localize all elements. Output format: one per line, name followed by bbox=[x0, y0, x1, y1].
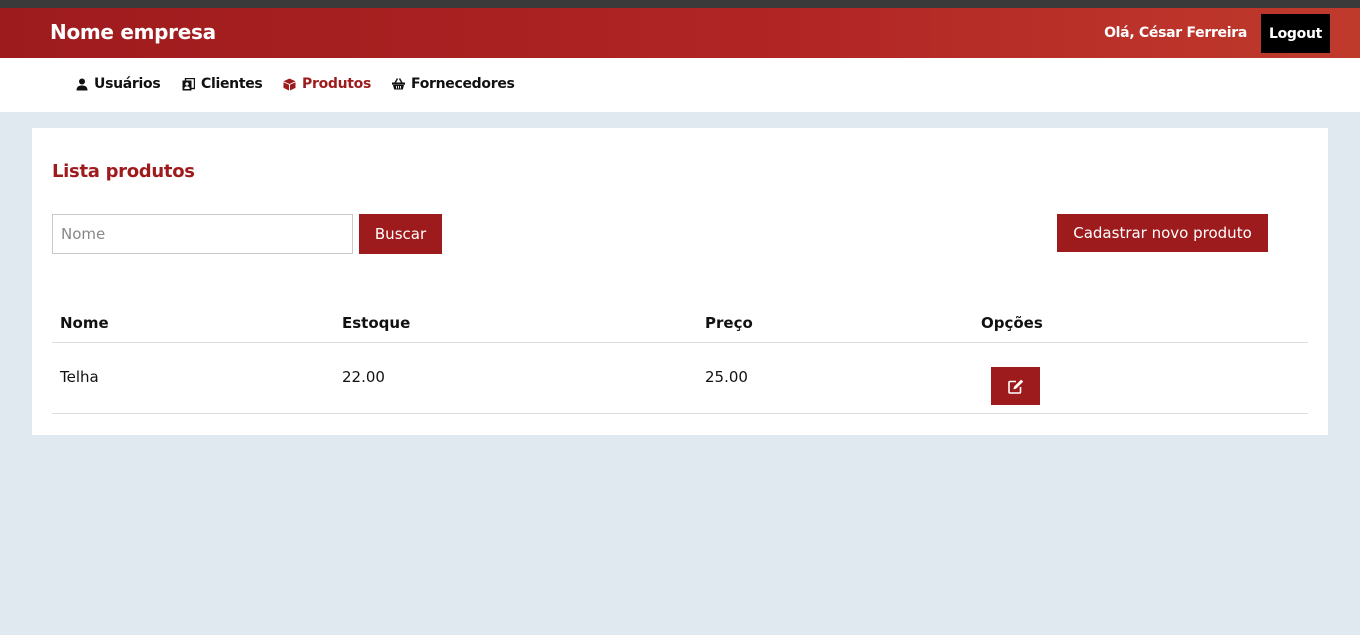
top-strip bbox=[0, 0, 1360, 8]
search-button[interactable]: Buscar bbox=[359, 214, 442, 254]
table-header: Nome Estoque Preço Opções bbox=[52, 305, 1308, 343]
nav-label-fornecedores: Fornecedores bbox=[411, 76, 515, 92]
nav-label-produtos: Produtos bbox=[302, 76, 372, 92]
column-header-estoque: Estoque bbox=[342, 314, 411, 332]
top-header: Nome empresa Olá, César Ferreira Logout bbox=[0, 8, 1360, 58]
search-input[interactable] bbox=[52, 214, 353, 254]
products-card: Lista produtos Buscar Cadastrar novo pro… bbox=[32, 128, 1328, 435]
user-greeting: Olá, César Ferreira bbox=[1104, 25, 1247, 41]
nav-label-usuarios: Usuários bbox=[94, 76, 161, 92]
user-icon bbox=[76, 78, 88, 90]
cell-preco: 25.00 bbox=[705, 368, 748, 386]
nav-item-produtos[interactable]: Produtos bbox=[283, 76, 371, 92]
edit-button[interactable] bbox=[991, 367, 1040, 405]
address-book-icon bbox=[182, 77, 195, 90]
column-header-preco: Preço bbox=[705, 314, 753, 332]
cell-estoque: 22.00 bbox=[342, 368, 385, 386]
new-product-button[interactable]: Cadastrar novo produto bbox=[1057, 214, 1268, 252]
brand-name[interactable]: Nome empresa bbox=[50, 20, 216, 44]
column-header-opcoes: Opções bbox=[981, 314, 1043, 332]
nav-item-fornecedores[interactable]: Fornecedores bbox=[392, 76, 515, 92]
nav-item-clientes[interactable]: Clientes bbox=[182, 76, 263, 92]
basket-icon bbox=[392, 78, 405, 90]
products-table: Nome Estoque Preço Opções Telha 22.00 25… bbox=[52, 305, 1308, 414]
box-icon bbox=[283, 78, 296, 90]
column-header-nome: Nome bbox=[60, 314, 109, 332]
table-row: Telha 22.00 25.00 bbox=[52, 343, 1308, 414]
edit-icon bbox=[1007, 379, 1023, 394]
page-title: Lista produtos bbox=[52, 161, 195, 182]
nav-item-usuarios[interactable]: Usuários bbox=[76, 76, 161, 92]
cell-nome: Telha bbox=[60, 368, 99, 386]
logout-button[interactable]: Logout bbox=[1261, 14, 1330, 53]
nav-label-clientes: Clientes bbox=[201, 76, 263, 92]
main-nav: Usuários Clientes Produtos Fornecedores bbox=[0, 58, 1360, 112]
